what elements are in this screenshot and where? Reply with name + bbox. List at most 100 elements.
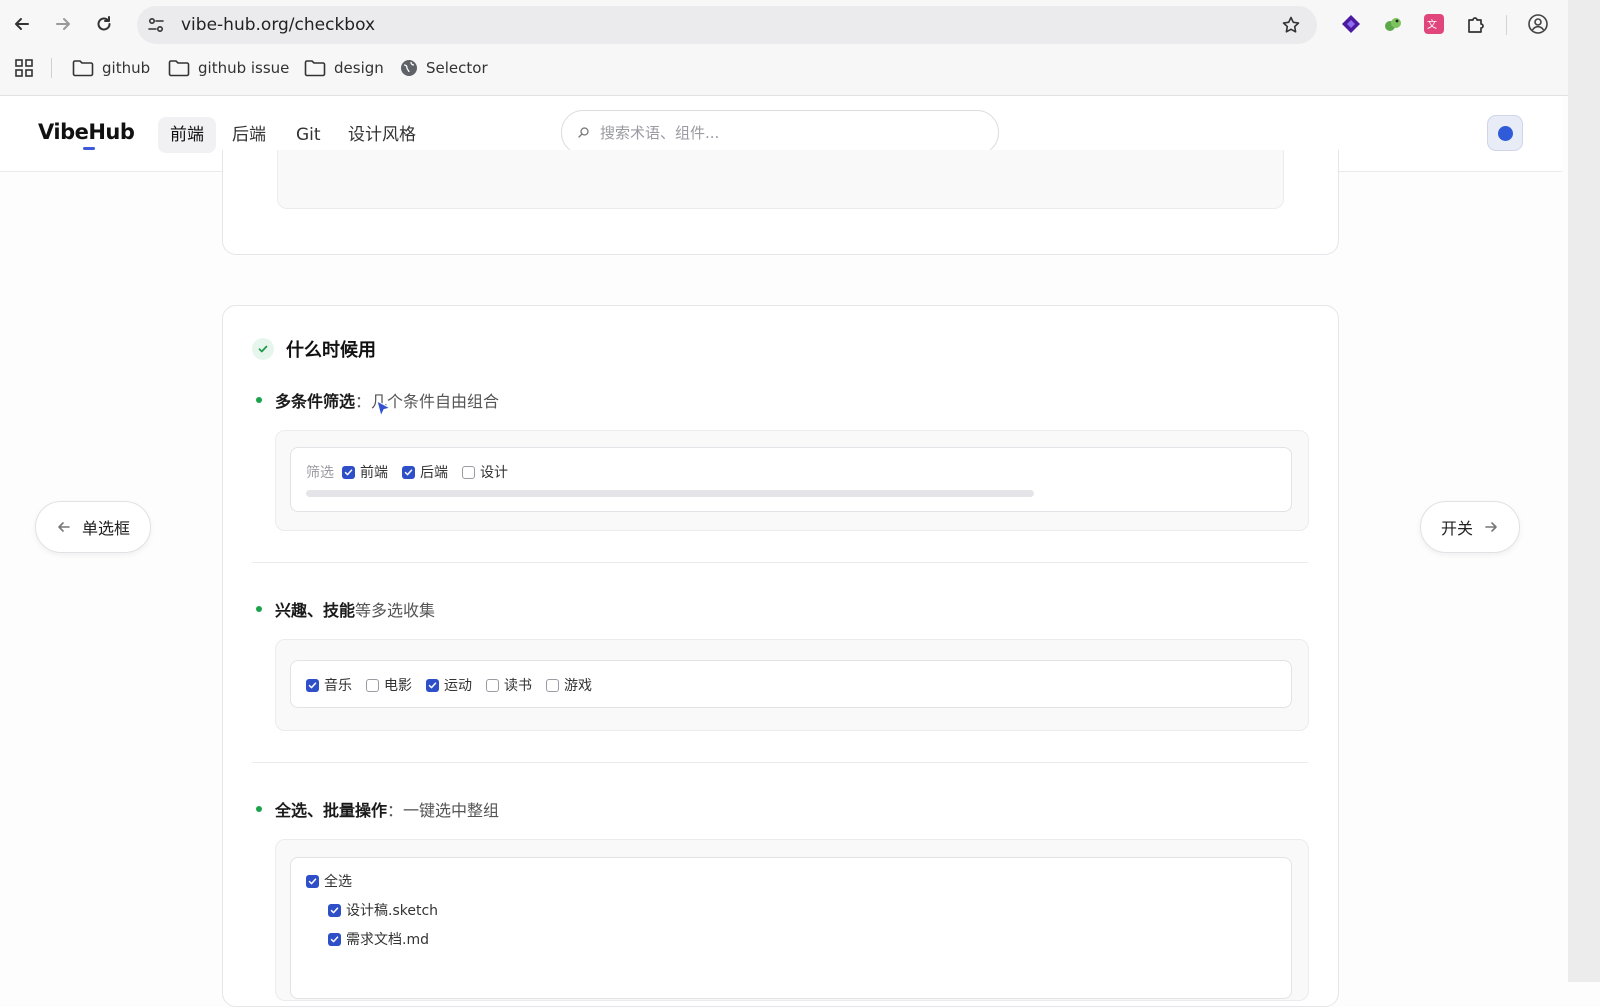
checkbox-label: 前端 — [360, 465, 388, 481]
checkbox-checked-icon[interactable] — [306, 874, 319, 888]
nav-git[interactable]: Git — [284, 117, 333, 153]
window-edge — [1568, 0, 1600, 982]
mouse-cursor-icon — [376, 400, 392, 418]
checkbox-design-file[interactable]: 设计稿.sketch — [328, 900, 438, 920]
reload-button[interactable] — [90, 10, 118, 38]
theme-dot-icon — [1497, 125, 1513, 141]
checkbox-checked-icon[interactable] — [306, 678, 319, 692]
nav-design-style[interactable]: 设计风格 — [336, 117, 428, 153]
prev-page-label: 单选框 — [82, 519, 131, 538]
next-page-label: 开关 — [1441, 519, 1474, 538]
prev-page-button[interactable]: 单选框 — [35, 501, 152, 553]
checkbox-label: 设计稿.sketch — [346, 903, 439, 919]
address-bar[interactable]: vibe-hub.org/checkbox — [137, 6, 1317, 44]
previous-demo-box — [277, 150, 1284, 209]
browser-toolbar: vibe-hub.org/checkbox 文 github github is… — [0, 0, 1568, 96]
checkbox-checked-icon[interactable] — [342, 465, 355, 479]
checkbox-label: 全选 — [324, 874, 352, 890]
bookmark-selector[interactable]: Selector — [400, 57, 488, 79]
arrow-left-icon — [58, 522, 70, 532]
use-case-text: 等多选收集 — [355, 601, 436, 620]
checkbox-backend[interactable]: 后端 — [402, 462, 448, 482]
bookmark-label: design — [334, 59, 384, 77]
checkbox-unchecked-icon[interactable] — [486, 678, 499, 692]
forward-button[interactable] — [49, 10, 77, 38]
site-search[interactable] — [561, 110, 999, 155]
checkbox-label: 音乐 — [324, 678, 352, 694]
checkbox-label: 需求文档.md — [346, 932, 429, 948]
arrow-right-icon — [1485, 522, 1497, 532]
checkbox-movies[interactable]: 电影 — [366, 675, 412, 695]
filter-row: 筛选 前端 后端 设计 — [306, 462, 522, 482]
bullet-dot — [256, 606, 262, 612]
arrow-right-icon — [56, 18, 70, 30]
checkbox-sports[interactable]: 运动 — [426, 675, 472, 695]
use-case-interests: 兴趣、技能 等多选收集 — [256, 597, 435, 621]
profile-icon[interactable] — [1526, 12, 1550, 36]
use-case-bold: 全选、批量操作 — [275, 801, 388, 820]
divider — [252, 762, 1308, 763]
bookmark-label: github issue — [198, 59, 290, 77]
checkbox-label: 后端 — [420, 465, 448, 481]
site-logo[interactable]: VibeHub — [38, 120, 135, 144]
checkbox-checked-icon[interactable] — [328, 932, 341, 946]
nav-frontend[interactable]: 前端 — [158, 117, 216, 153]
extension-diamond-icon[interactable] — [1339, 12, 1363, 36]
search-input[interactable] — [598, 119, 982, 147]
checkbox-frontend[interactable]: 前端 — [342, 462, 388, 482]
checkbox-label: 游戏 — [564, 678, 592, 694]
checkbox-unchecked-icon[interactable] — [462, 465, 475, 479]
checkbox-label: 运动 — [444, 678, 472, 694]
bookmark-github[interactable]: github — [72, 57, 150, 79]
horizontal-scrollbar[interactable] — [306, 490, 1034, 497]
folder-icon — [72, 60, 94, 77]
extension-frog-icon[interactable] — [1381, 12, 1405, 36]
select-all-demo — [290, 857, 1292, 999]
logo-underline — [83, 147, 95, 150]
checkbox-checked-icon[interactable] — [328, 903, 341, 917]
toolbar-separator — [1506, 15, 1507, 35]
reload-icon — [97, 16, 111, 31]
apps-grid-icon[interactable] — [14, 58, 34, 82]
bookmark-github-issue[interactable]: github issue — [168, 57, 289, 79]
folder-icon — [304, 60, 326, 77]
bookmark-design[interactable]: design — [304, 57, 384, 79]
nav-backend[interactable]: 后端 — [220, 117, 278, 153]
use-case-bold: 多条件筛选 — [275, 392, 356, 411]
svg-text:文: 文 — [1427, 18, 1437, 31]
section-title: 什么时候用 — [252, 336, 376, 362]
checkbox-select-all[interactable]: 全选 — [306, 871, 352, 891]
use-case-text: ：一键选中整组 — [387, 801, 500, 820]
bookmark-label: github — [102, 59, 151, 77]
checkbox-unchecked-icon[interactable] — [366, 678, 379, 692]
checkbox-checked-icon[interactable] — [402, 465, 415, 479]
divider — [252, 562, 1308, 563]
checkbox-design[interactable]: 设计 — [462, 462, 508, 482]
globe-icon — [401, 60, 417, 76]
bullet-dot — [256, 397, 262, 403]
checkbox-requirements-doc[interactable]: 需求文档.md — [328, 929, 429, 949]
url-text[interactable]: vibe-hub.org/checkbox — [181, 15, 375, 35]
site-settings-icon[interactable] — [147, 16, 165, 34]
back-button[interactable] — [8, 10, 36, 38]
checkbox-label: 读书 — [504, 678, 532, 694]
checkbox-reading[interactable]: 读书 — [486, 675, 532, 695]
next-page-button[interactable]: 开关 — [1420, 501, 1521, 553]
extension-translate-icon[interactable]: 文 — [1422, 12, 1446, 36]
arrow-left-icon — [15, 18, 29, 30]
checkbox-games[interactable]: 游戏 — [546, 675, 592, 695]
check-icon — [252, 338, 274, 360]
bullet-dot — [256, 806, 262, 812]
bookmarks-separator — [51, 58, 52, 78]
filter-label: 筛选 — [306, 465, 334, 481]
previous-section-card — [222, 150, 1339, 255]
bookmark-star-icon[interactable] — [1281, 15, 1301, 35]
use-case-select-all: 全选、批量操作 ：一键选中整组 — [256, 797, 499, 821]
checkbox-music[interactable]: 音乐 — [306, 675, 352, 695]
checkbox-checked-icon[interactable] — [426, 678, 439, 692]
folder-icon — [168, 60, 190, 77]
checkbox-unchecked-icon[interactable] — [546, 678, 559, 692]
use-case-bold: 兴趣、技能 — [275, 601, 356, 620]
extensions-puzzle-icon[interactable] — [1464, 12, 1488, 36]
theme-toggle-button[interactable] — [1487, 115, 1523, 151]
